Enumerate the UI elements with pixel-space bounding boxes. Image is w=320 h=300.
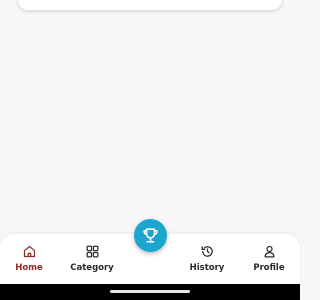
home-gesture-handle[interactable] bbox=[110, 290, 190, 293]
nav-label-category: Category bbox=[70, 263, 114, 273]
nav-item-history[interactable]: History bbox=[177, 244, 237, 273]
nav-label-history: History bbox=[189, 263, 225, 273]
trophy-fab-button[interactable] bbox=[134, 219, 167, 252]
nav-item-profile[interactable]: Profile bbox=[239, 244, 299, 273]
nav-label-home: Home bbox=[15, 263, 43, 273]
system-navigation-bar bbox=[0, 284, 300, 300]
nav-item-category[interactable]: Category bbox=[62, 244, 122, 273]
top-card bbox=[18, 0, 282, 10]
history-icon bbox=[201, 246, 213, 257]
content-area bbox=[0, 10, 300, 234]
home-icon bbox=[23, 245, 35, 258]
person-icon bbox=[264, 245, 274, 258]
grid-icon bbox=[86, 245, 98, 258]
nav-label-profile: Profile bbox=[253, 263, 285, 273]
trophy-icon bbox=[143, 228, 158, 243]
nav-item-home[interactable]: Home bbox=[0, 244, 59, 273]
